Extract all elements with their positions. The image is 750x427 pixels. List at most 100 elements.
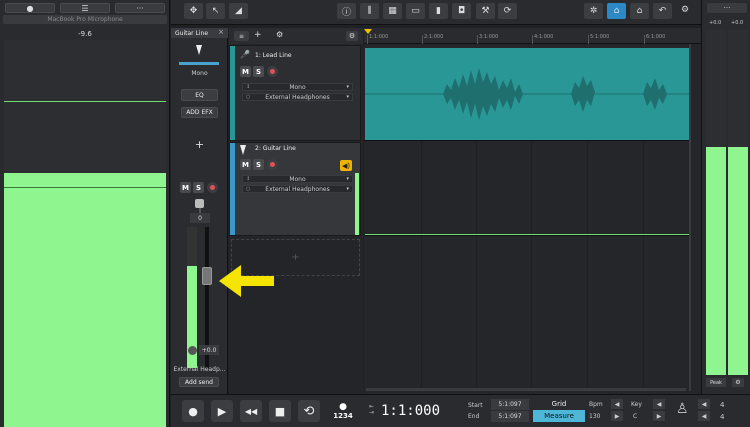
add-send-button[interactable]: Add send [179,377,219,387]
metronome-icon[interactable]: ♙ [676,401,689,417]
time-sig-decrease-icon[interactable]: ◀ [698,399,710,409]
vertical-scrollbar[interactable] [689,44,691,391]
mute-button[interactable]: M [180,182,191,193]
home-icon[interactable]: ⌂ [630,3,649,19]
bpm-increase-icon[interactable]: ▶ [611,411,623,421]
pan-indicator-icon[interactable] [196,45,202,55]
track-color-bar [230,143,235,235]
record-arm-button[interactable] [207,182,218,193]
ruler-tick [422,35,423,44]
loop-button[interactable]: ⟲ [298,400,320,422]
tuner-icon[interactable]: ◘ [452,3,471,19]
record-button[interactable]: ● [182,400,204,422]
track-solo-button[interactable]: S [253,66,264,77]
track-name[interactable]: 1: Lead Line [255,52,292,59]
peak-button[interactable]: Peak [706,378,726,387]
play-button[interactable]: ▶ [211,400,233,422]
input-icon: ↕ [246,176,251,182]
track-record-arm-button[interactable] [267,159,278,170]
track-input-select[interactable]: ↕ Mono ▾ [242,175,353,183]
track-mute-button[interactable]: M [240,66,251,77]
pointer-tool-icon[interactable]: ↖ [206,3,225,19]
start-value[interactable]: 5:1:097 [491,399,529,410]
pan-indicator-icon[interactable] [240,145,246,155]
volume-value[interactable]: +0.0 [199,345,219,355]
output-more-tab[interactable]: ··· [707,3,747,13]
bpm-decrease-icon[interactable]: ◀ [611,399,623,409]
more-tab[interactable]: ··· [115,3,165,13]
tools-icon[interactable]: ⚒ [476,3,495,19]
chevron-down-icon: ▾ [346,176,349,182]
solo-button[interactable]: S [193,182,204,193]
main-toolbar: ✥ ↖ ◢ ⓘ ⫼ ▦ ▭ ▮ ◘ ⚒ ⟳ ✲ ⌂ ⌂ ↶ ⚙ [171,0,701,25]
key-decrease-icon[interactable]: ◀ [653,399,665,409]
time-sig-numerator[interactable]: 4 [720,401,724,409]
add-effect-button[interactable]: ADD EFX [181,107,218,118]
channel-mode-label: Mono [191,70,208,77]
count-in-button[interactable]: ● 1234 [329,398,357,424]
time-sig-increase-icon[interactable]: ◀ [698,411,710,421]
ruler-label: 6:1:000 [646,34,666,40]
add-plugin-button[interactable]: + [171,138,228,151]
speaker-icon[interactable]: ◀) [340,160,352,171]
playhead-marker[interactable] [364,29,372,34]
key-label: Key [631,401,642,408]
output-meter-left-fill [706,147,726,375]
mixer-icon[interactable]: ⫼ [360,3,379,19]
loop-icon[interactable]: ⌂ [607,3,626,19]
record-tab[interactable]: ● [5,3,55,13]
undo-icon[interactable]: ↶ [653,3,672,19]
sync-icon[interactable]: ⟳ [498,3,517,19]
close-icon[interactable]: × [218,28,224,36]
volume-fader-knob[interactable] [202,267,212,285]
track-settings-icon[interactable]: ⚙ [276,30,283,39]
eq-button[interactable]: EQ [181,89,218,101]
gain-slider-knob[interactable] [195,199,204,208]
track-header-toolbar: ≡ + ⚙ ⚙ [229,28,363,44]
chevron-down-icon: ▾ [346,84,349,90]
timeline-ruler[interactable]: 1:1:000 2:1:000 3:1:000 4:1:000 5:1:000 … [364,28,701,44]
key-increase-icon[interactable]: ▶ [653,411,665,421]
input-device-selector[interactable]: MacBook Pro Microphone [3,15,167,24]
channel-output-label[interactable]: External Headp... [171,366,228,373]
end-value[interactable]: 5:1:097 [491,411,529,422]
rewind-button[interactable]: ◀◀ [240,400,262,422]
list-tab[interactable]: ☰ [60,3,110,13]
bpm-value[interactable]: 130 [589,413,600,420]
settings-gear-icon[interactable]: ⚙ [681,5,689,15]
track-mute-button[interactable]: M [240,159,251,170]
key-value[interactable]: C [633,413,637,420]
automation-tool-icon[interactable]: ◢ [229,3,248,19]
track-solo-button[interactable]: S [253,159,264,170]
horizontal-scrollbar[interactable] [366,388,686,391]
grid-measure-button[interactable]: Measure [533,410,585,422]
move-tool-icon[interactable]: ✥ [184,3,203,19]
stop-button[interactable]: ■ [269,400,291,422]
add-track-icon[interactable]: + [254,30,262,40]
track-input-select[interactable]: ↕ Mono ▾ [242,83,353,91]
input-meter-background [4,40,166,173]
phase-icon[interactable] [188,346,197,355]
track-name[interactable]: 2: Guitar Line [255,145,296,152]
ruler-label: 3:1:000 [479,34,499,40]
keyboard-icon[interactable]: ▭ [406,3,425,19]
output-settings-icon[interactable]: ⚙ [732,378,744,387]
track-input-value: Mono [289,83,306,91]
device-icon[interactable]: ▮ [429,3,448,19]
filter-icon[interactable]: ≡ [234,31,249,41]
track-record-arm-button[interactable] [267,66,278,77]
track-header-lead-line[interactable]: 🎤 1: Lead Line M S ↕ Mono ▾ ○ External Head… [229,45,361,141]
header-settings-icon[interactable]: ⚙ [346,31,358,41]
track-output-select[interactable]: ○ External Headphones ▾ [242,185,353,193]
info-icon[interactable]: ⓘ [337,3,356,19]
track-divider [364,235,689,236]
time-sig-denominator[interactable]: 4 [720,413,724,421]
compress-icon[interactable]: ✲ [584,3,603,19]
audio-clip-lead-line[interactable] [365,48,689,140]
track-output-select[interactable]: ○ External Headphones ▾ [242,93,353,101]
effects-icon[interactable]: ▦ [383,3,402,19]
track-header-guitar-line[interactable]: 2: Guitar Line M S ◀) ↕ Mono ▾ ○ External H… [229,142,361,236]
add-track-area[interactable]: + [231,239,360,276]
gain-value[interactable]: 0 [190,213,210,223]
position-display[interactable]: 1:1:000 [367,399,457,423]
